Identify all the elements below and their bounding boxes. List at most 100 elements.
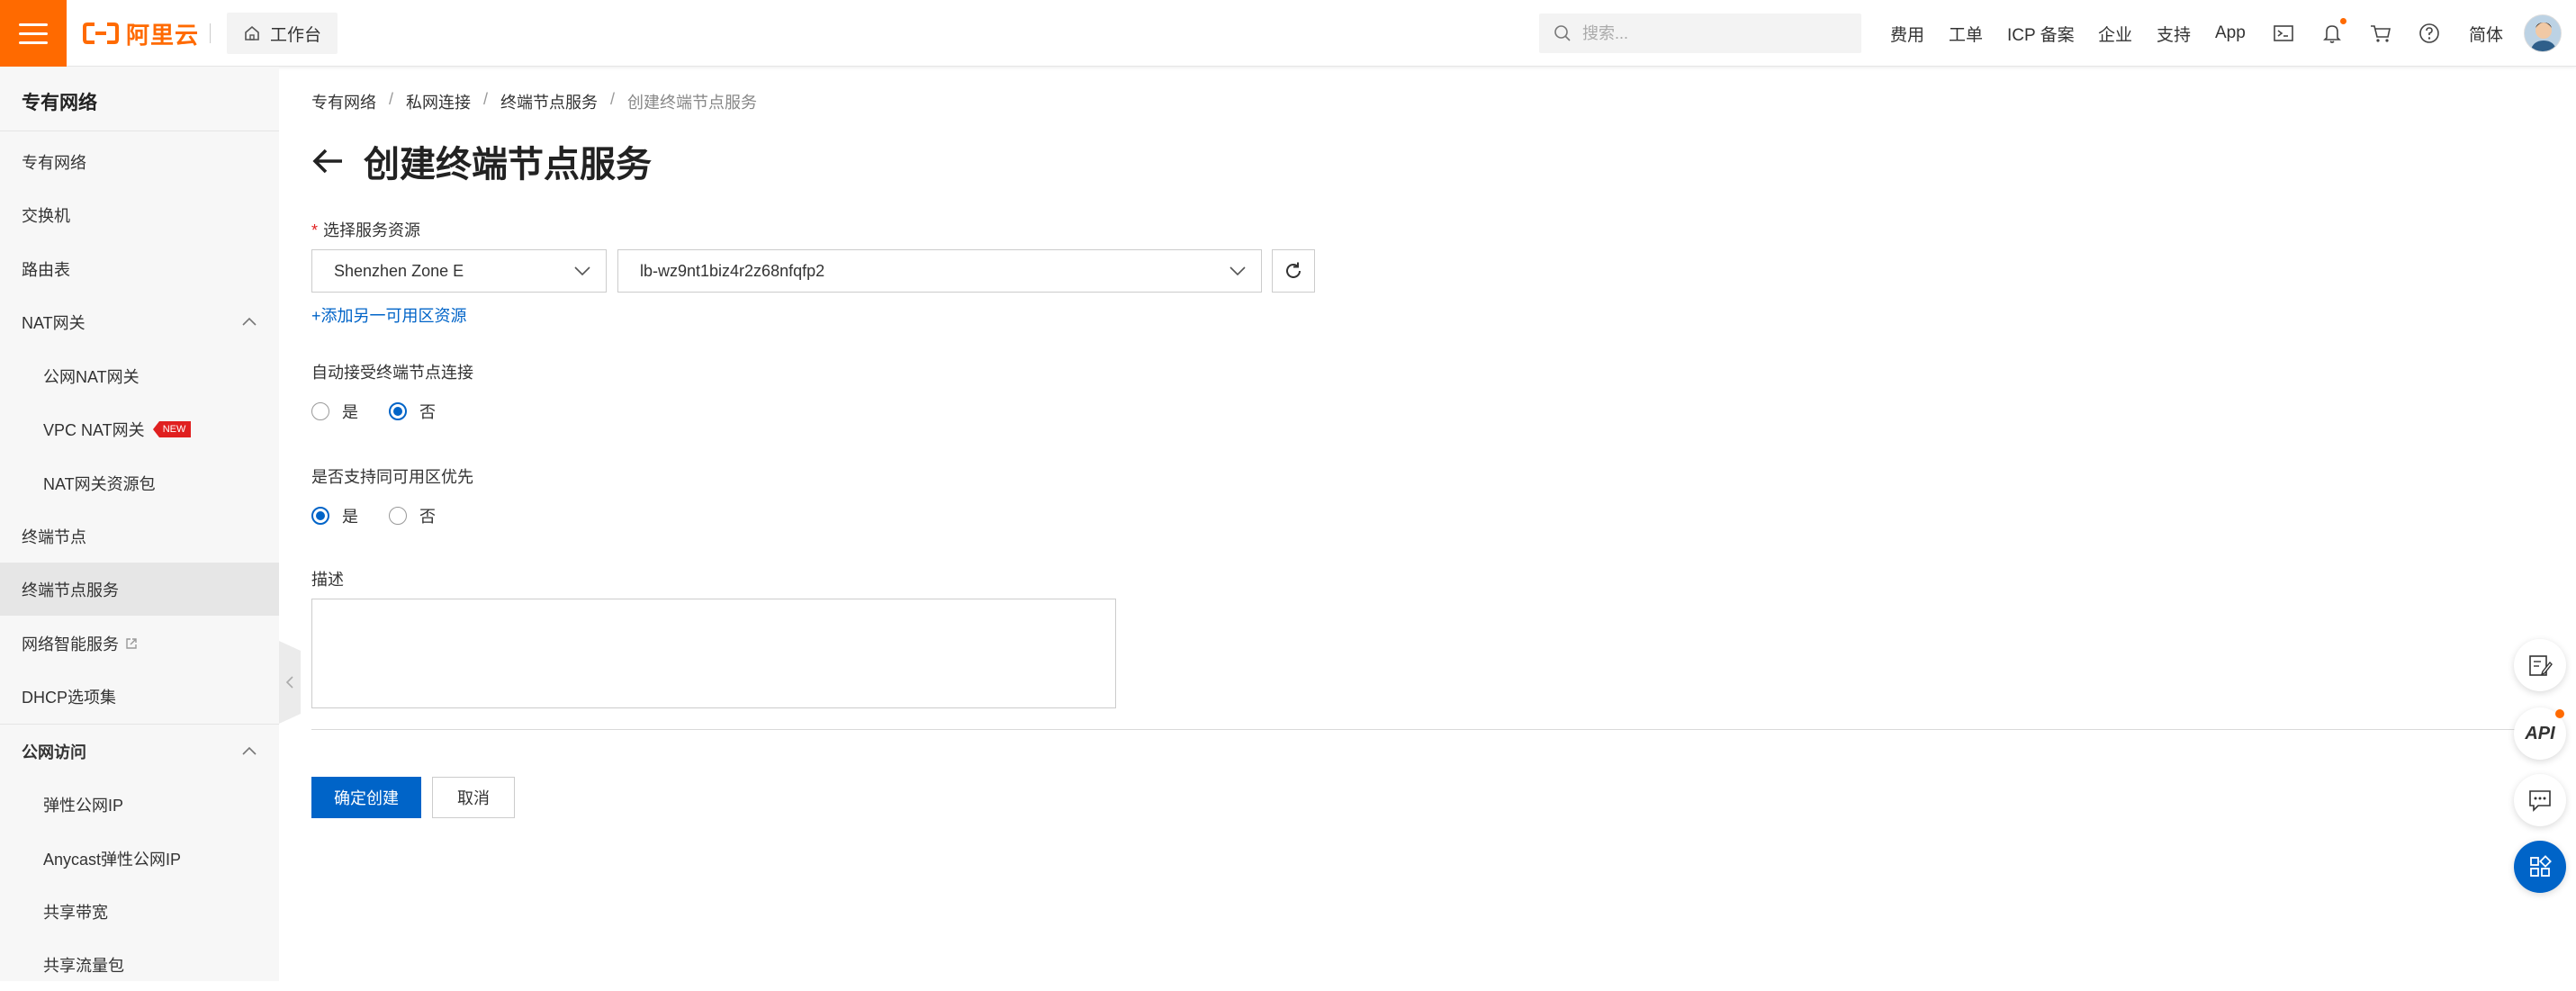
nav-enterprise[interactable]: 企业 bbox=[2098, 0, 2132, 67]
zone-select-value: Shenzhen Zone E bbox=[334, 261, 464, 280]
breadcrumb-current: 创建终端节点服务 bbox=[627, 94, 758, 112]
sidebar-item-nat-gateway[interactable]: NAT网关 bbox=[0, 295, 279, 348]
page-title: 创建终端节点服务 bbox=[364, 145, 652, 185]
external-link-icon bbox=[126, 637, 137, 649]
radio-label[interactable]: 是 bbox=[342, 504, 358, 527]
brand-name: 阿里云 bbox=[126, 21, 200, 49]
language-switch[interactable]: 简体 bbox=[2469, 0, 2503, 67]
menu-icon-line bbox=[19, 41, 48, 44]
back-arrow-icon[interactable] bbox=[311, 148, 346, 175]
service-resource-label: * 选择服务资源 bbox=[311, 221, 421, 239]
load-balancer-select[interactable]: lb-wz9nt1biz4r2z68nfqfp2 bbox=[617, 249, 1262, 293]
zone-select[interactable]: Shenzhen Zone E bbox=[311, 249, 607, 293]
zone-affinity-no-radio[interactable] bbox=[389, 507, 407, 525]
chat-button[interactable] bbox=[2514, 774, 2566, 826]
new-badge: NEW bbox=[152, 420, 192, 437]
sidebar-collapse-handle[interactable] bbox=[279, 641, 301, 724]
sidebar-title: 专有网络 bbox=[22, 93, 97, 113]
refresh-icon bbox=[1286, 262, 1301, 278]
zone-affinity-yes-radio[interactable] bbox=[311, 507, 329, 525]
api-button[interactable]: API bbox=[2514, 707, 2566, 760]
breadcrumb-separator: / bbox=[483, 90, 489, 108]
radio-label[interactable]: 否 bbox=[419, 400, 436, 423]
auto-accept-yes-radio[interactable] bbox=[311, 402, 329, 420]
breadcrumb-separator: / bbox=[610, 90, 616, 108]
sidebar-item-shared-traffic[interactable]: 共享流量包 bbox=[0, 938, 279, 991]
chevron-down-icon bbox=[574, 266, 590, 276]
sidebar-item-vswitch[interactable]: 交换机 bbox=[0, 188, 279, 241]
form-divider bbox=[311, 729, 2517, 730]
zone-affinity-label: 是否支持同可用区优先 bbox=[311, 468, 473, 486]
sidebar-item-dhcp[interactable]: DHCP选项集 bbox=[0, 670, 279, 723]
menu-icon-line bbox=[19, 32, 48, 35]
cart-icon[interactable] bbox=[2367, 20, 2394, 47]
api-label: API bbox=[2525, 723, 2555, 743]
bell-icon[interactable] bbox=[2319, 18, 2346, 47]
search-input[interactable] bbox=[1582, 23, 1834, 43]
breadcrumb-separator: / bbox=[389, 90, 394, 108]
sidebar-item-endpoint-service[interactable]: 终端节点服务 bbox=[0, 563, 279, 616]
chevron-up-icon bbox=[242, 317, 257, 326]
auto-accept-radio-group: 是 否 bbox=[311, 400, 466, 423]
sidebar-item-anycast-eip[interactable]: Anycast弹性公网IP bbox=[0, 832, 279, 885]
apps-grid-icon bbox=[2530, 855, 2552, 877]
load-balancer-select-value: lb-wz9nt1biz4r2z68nfqfp2 bbox=[640, 261, 825, 280]
sidebar: 专有网络 专有网络 交换机 路由表 NAT网关 公网NAT网关 VPC NAT网… bbox=[0, 67, 279, 981]
aliyun-logo-icon bbox=[83, 23, 119, 44]
divider bbox=[210, 23, 211, 43]
nav-support[interactable]: 支持 bbox=[2157, 0, 2191, 67]
sidebar-item-public-access[interactable]: 公网访问 bbox=[0, 725, 279, 778]
search-box[interactable] bbox=[1539, 14, 1861, 53]
search-icon bbox=[1554, 25, 1571, 41]
nav-tickets[interactable]: 工单 bbox=[1949, 0, 1983, 67]
chevron-left-icon bbox=[285, 676, 293, 689]
required-marker: * bbox=[311, 221, 319, 239]
sidebar-item-vpc[interactable]: 专有网络 bbox=[0, 135, 279, 188]
sidebar-item-eip[interactable]: 弹性公网IP bbox=[0, 778, 279, 831]
breadcrumb-private-link[interactable]: 私网连接 bbox=[406, 90, 471, 113]
sidebar-item-vpc-nat[interactable]: VPC NAT网关 NEW bbox=[0, 402, 279, 455]
sidebar-item-endpoint[interactable]: 终端节点 bbox=[0, 509, 279, 563]
notification-dot bbox=[2555, 709, 2564, 718]
user-avatar[interactable] bbox=[2524, 14, 2562, 52]
notification-dot bbox=[2340, 18, 2346, 24]
workbench-button[interactable]: 工作台 bbox=[227, 13, 338, 54]
sidebar-item-nat-package[interactable]: NAT网关资源包 bbox=[0, 456, 279, 509]
sidebar-item-label: 网络智能服务 bbox=[22, 635, 119, 653]
sidebar-item-shared-bandwidth[interactable]: 共享带宽 bbox=[0, 885, 279, 938]
breadcrumb: 专有网络 / 私网连接 / 终端节点服务 / 创建终端节点服务 bbox=[311, 90, 757, 113]
page-header: 创建终端节点服务 bbox=[311, 135, 652, 187]
description-textarea[interactable] bbox=[311, 599, 1116, 708]
sidebar-item-public-nat[interactable]: 公网NAT网关 bbox=[0, 349, 279, 402]
chevron-down-icon bbox=[1229, 266, 1246, 276]
feedback-button[interactable] bbox=[2514, 639, 2566, 691]
zone-affinity-radio-group: 是 否 bbox=[311, 504, 466, 527]
sidebar-item-label: 公网访问 bbox=[22, 743, 86, 761]
sidebar-item-route-table[interactable]: 路由表 bbox=[0, 242, 279, 295]
avatar-icon bbox=[2525, 15, 2561, 51]
cancel-button[interactable]: 取消 bbox=[432, 777, 515, 818]
help-icon[interactable] bbox=[2416, 20, 2443, 47]
sidebar-item-network-intelligence[interactable]: 网络智能服务 bbox=[0, 617, 279, 670]
chat-icon bbox=[2529, 790, 2551, 812]
refresh-button[interactable] bbox=[1272, 249, 1315, 293]
nav-icp[interactable]: ICP 备案 bbox=[2007, 0, 2075, 67]
edit-note-icon bbox=[2529, 655, 2553, 676]
sidebar-item-label: NAT网关 bbox=[22, 313, 86, 332]
apps-button[interactable] bbox=[2514, 841, 2566, 893]
breadcrumb-vpc[interactable]: 专有网络 bbox=[311, 90, 376, 113]
terminal-icon[interactable] bbox=[2270, 20, 2297, 47]
confirm-create-button[interactable]: 确定创建 bbox=[311, 777, 421, 818]
auto-accept-label: 自动接受终端节点连接 bbox=[311, 364, 473, 382]
nav-app[interactable]: App bbox=[2215, 0, 2246, 67]
radio-label[interactable]: 否 bbox=[419, 504, 436, 527]
chevron-up-icon bbox=[242, 746, 257, 755]
breadcrumb-endpoint-service[interactable]: 终端节点服务 bbox=[500, 90, 598, 113]
menu-button[interactable] bbox=[0, 0, 67, 67]
menu-icon-line bbox=[19, 23, 48, 26]
aliyun-logo[interactable]: 阿里云 bbox=[83, 16, 199, 50]
add-zone-resource-link[interactable]: +添加另一可用区资源 bbox=[311, 303, 467, 327]
radio-label[interactable]: 是 bbox=[342, 400, 358, 423]
auto-accept-no-radio[interactable] bbox=[389, 402, 407, 420]
nav-billing[interactable]: 费用 bbox=[1890, 0, 1924, 67]
